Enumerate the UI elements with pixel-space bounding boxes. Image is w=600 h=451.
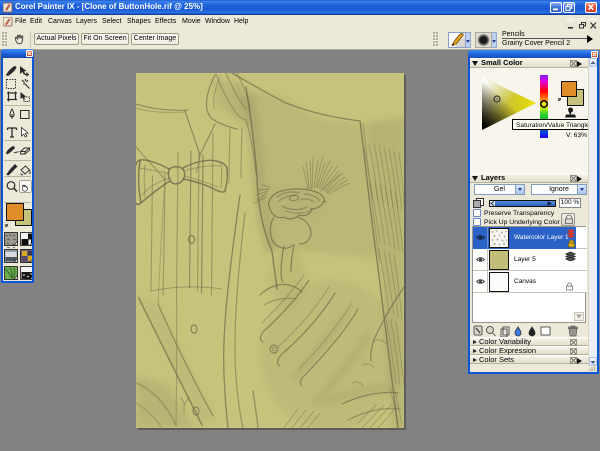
svg-text:V: 63%: V: 63% bbox=[566, 132, 587, 139]
svg-text:Saturation/Value Triangle: Saturation/Value Triangle bbox=[516, 122, 588, 129]
